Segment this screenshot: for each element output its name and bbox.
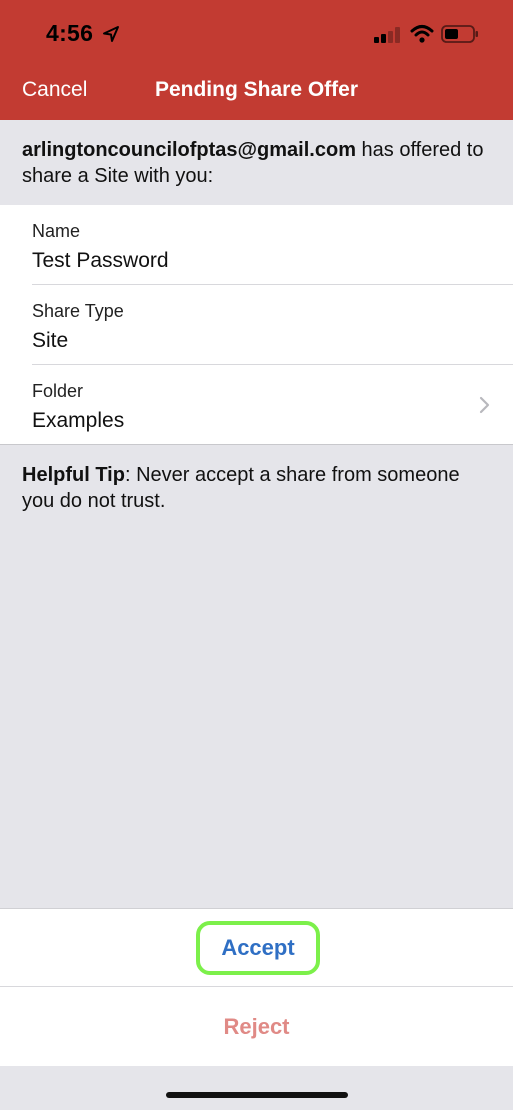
detail-value: Site [32,329,69,352]
location-arrow-icon [103,26,119,42]
detail-value: Examples [32,409,125,432]
list-bottom-border [0,444,513,445]
status-time: 4:56 [46,20,94,46]
cellular-signal-icon [374,27,400,43]
accept-button[interactable]: Accept [196,921,320,975]
status-bar: 4:56 [0,0,513,70]
share-offer-message: arlingtoncouncilofptas@gmail.com has off… [22,137,492,189]
tip-heading: Helpful Tip [22,464,125,486]
battery-icon [441,25,478,43]
home-indicator [166,1092,348,1098]
reject-button[interactable]: Reject [0,989,513,1067]
header: 4:56 Cancel Pending Share Offer [0,0,513,120]
accept-row: Accept [0,909,513,987]
detail-value: Test Password [32,249,169,272]
detail-row-name: Name Test Password [0,205,513,285]
sender-email: arlingtoncouncilofptas@gmail.com [22,139,356,161]
helpful-tip: Helpful Tip: Never accept a share from s… [22,462,492,514]
chevron-right-icon [479,396,490,414]
wifi-icon [410,25,434,43]
action-buttons: Accept Reject [0,908,513,1066]
detail-row-folder[interactable]: Folder Examples [0,365,513,445]
detail-row-share-type: Share Type Site [0,285,513,365]
detail-label: Share Type [32,301,124,321]
detail-label: Name [32,221,81,241]
detail-label: Folder [32,381,84,401]
screen: 4:56 Cancel Pending Share Offer arlingto… [0,0,513,1110]
share-details-list: Name Test Password Share Type Site Folde… [0,205,513,445]
nav-bar: Cancel Pending Share Offer [0,70,513,120]
page-title: Pending Share Offer [154,78,359,101]
